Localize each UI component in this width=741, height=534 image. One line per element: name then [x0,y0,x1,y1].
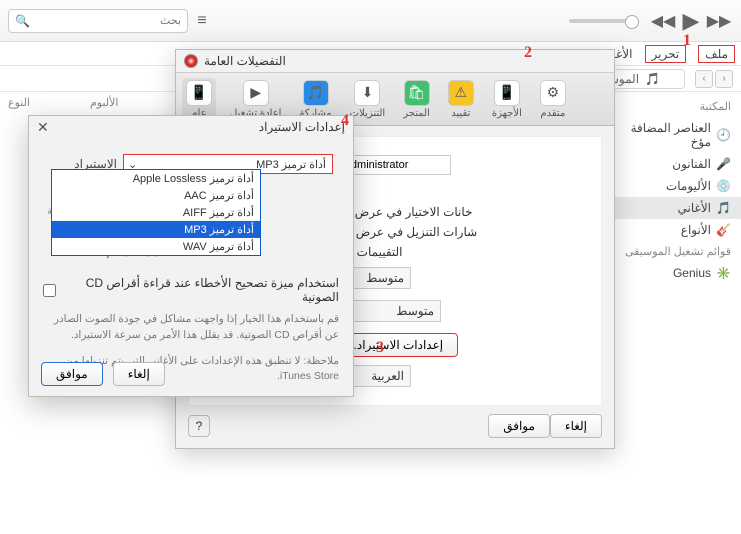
annotation-2: 2 [524,44,532,62]
tab-label: متقدم [540,108,565,119]
encoder-value: أداة ترميز MP3 [256,158,326,171]
menu-edit[interactable]: تحرير [645,45,687,63]
album-icon: 💿 [717,179,731,193]
help-button[interactable]: ? [188,415,210,437]
import-cancel-button[interactable]: إلغاء [113,362,165,386]
opt-mp3[interactable]: أداة ترميز MP3 [52,221,260,238]
column-headers: الألبوم النوع [8,96,118,109]
tab-label: الأجهزة [492,108,522,119]
general-icon: 📱 [186,80,212,106]
tab-devices[interactable]: 📱 الأجهزة [488,78,526,121]
nav-forward[interactable]: › [695,70,713,88]
tab-store[interactable]: 🛍 المتجر [399,78,434,121]
list-view-toggle[interactable]: ≡ [188,7,216,35]
import-settings-dialog: إعدادات الاستيراد ✕ أداة ترميز MP3 ⌄ الا… [28,115,354,397]
note-icon: 🎵 [717,201,731,215]
error-correction-label: استخدام ميزة تصحيح الأخطاء عند قراءة أقر… [62,276,339,304]
import-body: أداة ترميز MP3 ⌄ الاستيراد 4 أداة ترميز … [29,138,353,393]
prev-button[interactable]: ◀◀ [649,7,677,35]
sidebar-item-label: الأليومات [666,179,711,193]
sharing-icon: 🎵 [303,80,329,106]
sidebar-item-albums[interactable]: 💿 الأليومات [612,175,741,197]
search-input[interactable] [30,15,181,27]
annotation-1: 1 [683,32,691,50]
prefs-cancel-button[interactable]: إلغاء [550,414,602,438]
itunes-icon [184,54,198,68]
recent-icon: 🕘 [717,128,731,142]
tab-label: التنزيلات [350,108,386,119]
next-button[interactable]: ▶▶ [705,7,733,35]
import-ok-button[interactable]: موافق [41,362,103,386]
devices-icon: 📱 [494,80,520,106]
restrictions-icon: ⚠ [448,80,474,106]
tab-restrictions[interactable]: ⚠ تقييد [444,78,478,121]
sidebar-item-recent[interactable]: 🕘 العناصر المضافة مؤخ [612,117,741,153]
sidebar-head-library: المكتبة [612,96,741,117]
tab-label: المتجر [403,108,430,119]
music-icon: 🎵 [645,72,660,86]
sidebar-item-artists[interactable]: 🎤 الفنانون [612,153,741,175]
opt-wav[interactable]: أداة ترميز WAV [52,238,260,255]
import-footer: إلغاء موافق [41,362,165,386]
sidebar-head-playlists: قوائم تشغيل الموسيقى [612,241,741,262]
sidebar-item-label: الفنانون [672,157,711,171]
error-correction-checkbox[interactable] [43,284,56,297]
ec-note: قم باستخدام هذا الخيار إذا واجهت مشاكل ف… [43,312,339,344]
annotation-4: 4 [341,112,349,130]
store-icon: 🛍 [404,80,430,106]
sidebar-item-songs[interactable]: 🎵 الأغاني [612,197,741,219]
tab-label: تقييد [451,108,470,119]
opt-lossless[interactable]: أداة ترميز Apple Lossless [52,170,260,187]
sidebar-item-label: Genius [673,266,711,280]
tab-advanced[interactable]: ⚙ متقدم [536,78,570,121]
encoder-dropdown[interactable]: أداة ترميز Apple Lossless أداة ترميز AAC… [51,169,261,256]
prefs-title-text: التفضيلات العامة [204,54,286,68]
menu-file[interactable]: ملف [698,45,735,63]
language-value: العربية [371,369,404,383]
search-box[interactable]: 🔍 [8,9,188,33]
sidebar: المكتبة 🕘 العناصر المضافة مؤخ 🎤 الفنانون 💿… [611,92,741,284]
genre-icon: 🎸 [717,223,731,237]
mic-icon: 🎤 [717,157,731,171]
sidebar-item-label: الأغاني [678,201,711,215]
opt-aiff[interactable]: أداة ترميز AIFF [52,204,260,221]
genius-icon: ✳️ [717,266,731,280]
nav-back[interactable]: ‹ [715,70,733,88]
prefs-ok-button[interactable]: موافق [488,414,550,438]
play-button[interactable]: ▶ [677,7,705,35]
sidebar-item-label: العناصر المضافة مؤخ [622,121,711,149]
close-button[interactable]: ✕ [37,119,49,136]
import-title-text: إعدادات الاستيراد [259,120,345,134]
col-album: الألبوم [90,96,119,109]
sidebar-item-genius[interactable]: ✳️ Genius [612,262,741,284]
search-icon: 🔍 [15,14,30,28]
opt-aac[interactable]: أداة ترميز AAC [52,187,260,204]
prefs-titlebar: التفضيلات العامة [176,50,614,72]
sidebar-item-label: الأنواع [681,223,711,237]
import-titlebar: إعدادات الاستيراد ✕ [29,116,353,138]
annotation-3: 3 [376,339,384,357]
sidebar-item-genres[interactable]: 🎸 الأنواع [612,219,741,241]
playback-icon: ▶ [243,80,269,106]
prefs-footer: إلغاء موافق ? [188,414,602,438]
advanced-icon: ⚙ [540,80,566,106]
playlist-icon-value: متوسط [396,304,434,318]
col-type: النوع [8,96,30,109]
list-size-value: متوسط [366,271,404,285]
volume-slider[interactable] [569,19,639,23]
downloads-icon: ⬇ [354,80,380,106]
